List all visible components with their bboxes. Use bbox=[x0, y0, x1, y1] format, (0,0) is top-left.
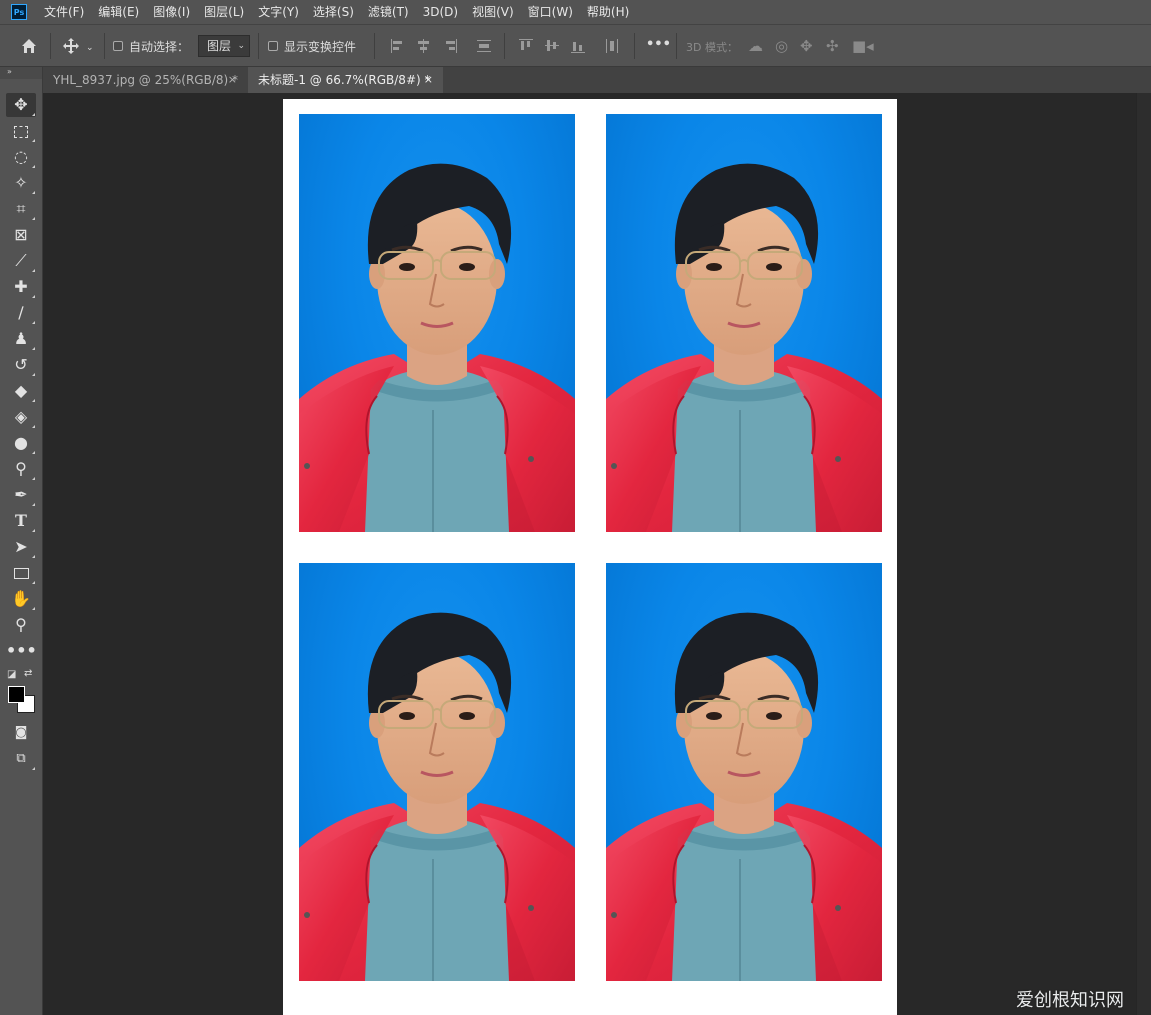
frame-tool-icon[interactable]: ⊠ bbox=[6, 223, 36, 247]
drag-3d-icon[interactable]: ✥ bbox=[800, 37, 813, 55]
crop-tool-icon[interactable]: ⌗ bbox=[6, 197, 36, 221]
align-vertical-centers-icon[interactable] bbox=[544, 38, 560, 54]
distribute-vertical-icon[interactable] bbox=[476, 38, 492, 54]
clone-stamp-tool-icon[interactable]: ♟ bbox=[6, 327, 36, 351]
screen-mode-icon[interactable]: ⧉ bbox=[6, 747, 36, 771]
document-canvas[interactable] bbox=[283, 99, 897, 1015]
roll-3d-icon[interactable]: ◎ bbox=[775, 37, 788, 55]
history-brush-tool-icon[interactable]: ↺ bbox=[6, 353, 36, 377]
divider bbox=[634, 33, 635, 59]
id-photo bbox=[299, 563, 575, 981]
id-photo bbox=[606, 114, 882, 532]
chevron-down-icon: ⌄ bbox=[237, 41, 245, 51]
menu-type[interactable]: 文字(Y) bbox=[251, 0, 306, 24]
scale-3d-icon[interactable]: ■◂ bbox=[852, 37, 874, 55]
default-colors-icon[interactable]: ◪ bbox=[7, 669, 16, 680]
dodge-tool-icon[interactable]: ⚲ bbox=[6, 457, 36, 481]
paint-bucket-tool-icon[interactable]: ◈ bbox=[6, 405, 36, 429]
align-bottom-edges-icon[interactable] bbox=[570, 38, 586, 54]
chevron-down-icon[interactable]: ⌄ bbox=[86, 40, 94, 56]
menu-edit[interactable]: 编辑(E) bbox=[91, 0, 146, 24]
close-icon[interactable]: × bbox=[228, 67, 237, 93]
foreground-color-swatch[interactable] bbox=[8, 686, 25, 703]
divider bbox=[374, 33, 375, 59]
auto-select-target-value: 图层 bbox=[207, 39, 232, 53]
menu-file[interactable]: 文件(F) bbox=[37, 0, 91, 24]
menu-help[interactable]: 帮助(H) bbox=[580, 0, 636, 24]
divider bbox=[50, 33, 51, 59]
swap-colors-icon[interactable]: ⇄ bbox=[24, 668, 32, 679]
brush-tool-icon[interactable]: ∕ bbox=[6, 301, 36, 325]
show-transform-controls-label: 显示变换控件 bbox=[284, 40, 357, 54]
photoshop-window: Ps 文件(F) 编辑(E) 图像(I) 图层(L) 文字(Y) 选择(S) 滤… bbox=[0, 0, 1151, 1015]
divider bbox=[504, 33, 505, 59]
quick-mask-icon[interactable]: ◙ bbox=[6, 721, 36, 745]
move-tool-icon[interactable]: ✥ bbox=[6, 93, 36, 117]
menu-layer[interactable]: 图层(L) bbox=[197, 0, 251, 24]
home-icon[interactable] bbox=[20, 37, 38, 55]
menu-filter[interactable]: 滤镜(T) bbox=[361, 0, 416, 24]
portrait-image bbox=[299, 162, 575, 532]
marquee-tool-icon[interactable] bbox=[6, 119, 36, 143]
menu-view[interactable]: 视图(V) bbox=[465, 0, 521, 24]
align-right-edges-icon[interactable] bbox=[442, 38, 458, 54]
menu-select[interactable]: 选择(S) bbox=[306, 0, 361, 24]
healing-brush-tool-icon[interactable]: ✚ bbox=[6, 275, 36, 299]
tab-yhl-8937[interactable]: YHL_8937.jpg @ 25%(RGB/8) * × bbox=[43, 67, 247, 93]
tab-label: 未标题-1 @ 66.7%(RGB/8#) * bbox=[258, 73, 431, 87]
3d-mode-label: 3D 模式： bbox=[686, 41, 738, 54]
photoshop-logo-icon[interactable]: Ps bbox=[11, 4, 27, 20]
portrait-image bbox=[606, 611, 882, 981]
move-tool-preset-icon[interactable] bbox=[62, 37, 80, 55]
magic-wand-tool-icon[interactable]: ✧ bbox=[6, 171, 36, 195]
pen-tool-icon[interactable]: ✒ bbox=[6, 483, 36, 507]
divider bbox=[676, 33, 677, 59]
zoom-tool-icon[interactable]: ⚲ bbox=[6, 613, 36, 637]
more-options-icon[interactable]: ••• bbox=[646, 37, 671, 52]
portrait-image bbox=[606, 162, 882, 532]
auto-select-checkbox[interactable] bbox=[113, 41, 123, 51]
close-icon[interactable]: × bbox=[424, 67, 433, 93]
eraser-tool-icon[interactable]: ◆ bbox=[6, 379, 36, 403]
menu-3d[interactable]: 3D(D) bbox=[416, 0, 465, 24]
id-photo bbox=[299, 114, 575, 532]
options-bar: ⌄ 自动选择： 图层 ⌄ 显示变换控件 ••• 3D 模式： ☁ ◎ ✥ ✣ ■… bbox=[0, 24, 1151, 67]
divider bbox=[104, 33, 105, 59]
distribute-horizontal-icon[interactable] bbox=[604, 38, 620, 54]
type-tool-icon[interactable]: T bbox=[6, 509, 36, 533]
vertical-scrollbar[interactable] bbox=[1136, 93, 1151, 1015]
document-tab-strip: YHL_8937.jpg @ 25%(RGB/8) * × 未标题-1 @ 66… bbox=[43, 67, 1151, 93]
divider bbox=[258, 33, 259, 59]
auto-select-label: 自动选择： bbox=[129, 40, 190, 54]
blur-tool-icon[interactable]: ● bbox=[6, 431, 36, 455]
id-photo bbox=[606, 563, 882, 981]
portrait-image bbox=[299, 611, 575, 981]
menu-image[interactable]: 图像(I) bbox=[146, 0, 197, 24]
hand-tool-icon[interactable]: ✋ bbox=[6, 587, 36, 611]
slide-3d-icon[interactable]: ✣ bbox=[826, 37, 839, 55]
edit-toolbar-icon[interactable]: ••• bbox=[6, 639, 37, 663]
tab-untitled-1[interactable]: 未标题-1 @ 66.7%(RGB/8#) * × bbox=[248, 67, 443, 93]
watermark: 爱创根知识网 bbox=[1016, 990, 1124, 1011]
align-top-edges-icon[interactable] bbox=[518, 38, 534, 54]
eyedropper-tool-icon[interactable]: ⟋ bbox=[6, 249, 36, 273]
tools-panel: » ✥ ◌ ✧ ⌗ ⊠ ⟋ ✚ ∕ ♟ ↺ ◆ ◈ ● ⚲ ✒ T ➤ ✋ ⚲ … bbox=[0, 67, 43, 1015]
lasso-tool-icon[interactable]: ◌ bbox=[6, 145, 36, 169]
align-left-edges-icon[interactable] bbox=[390, 38, 406, 54]
menu-window[interactable]: 窗口(W) bbox=[521, 0, 580, 24]
align-horizontal-centers-icon[interactable] bbox=[416, 38, 432, 54]
orbit-3d-icon[interactable]: ☁ bbox=[748, 37, 763, 55]
tools-collapse-icon[interactable]: » bbox=[0, 67, 42, 79]
rectangle-tool-icon[interactable] bbox=[6, 561, 36, 585]
show-transform-controls-checkbox[interactable] bbox=[268, 41, 278, 51]
menu-bar: Ps 文件(F) 编辑(E) 图像(I) 图层(L) 文字(Y) 选择(S) 滤… bbox=[0, 0, 1151, 24]
path-selection-tool-icon[interactable]: ➤ bbox=[6, 535, 36, 559]
tab-label: YHL_8937.jpg @ 25%(RGB/8) * bbox=[53, 73, 238, 87]
auto-select-target-dropdown[interactable]: 图层 ⌄ bbox=[198, 35, 250, 57]
